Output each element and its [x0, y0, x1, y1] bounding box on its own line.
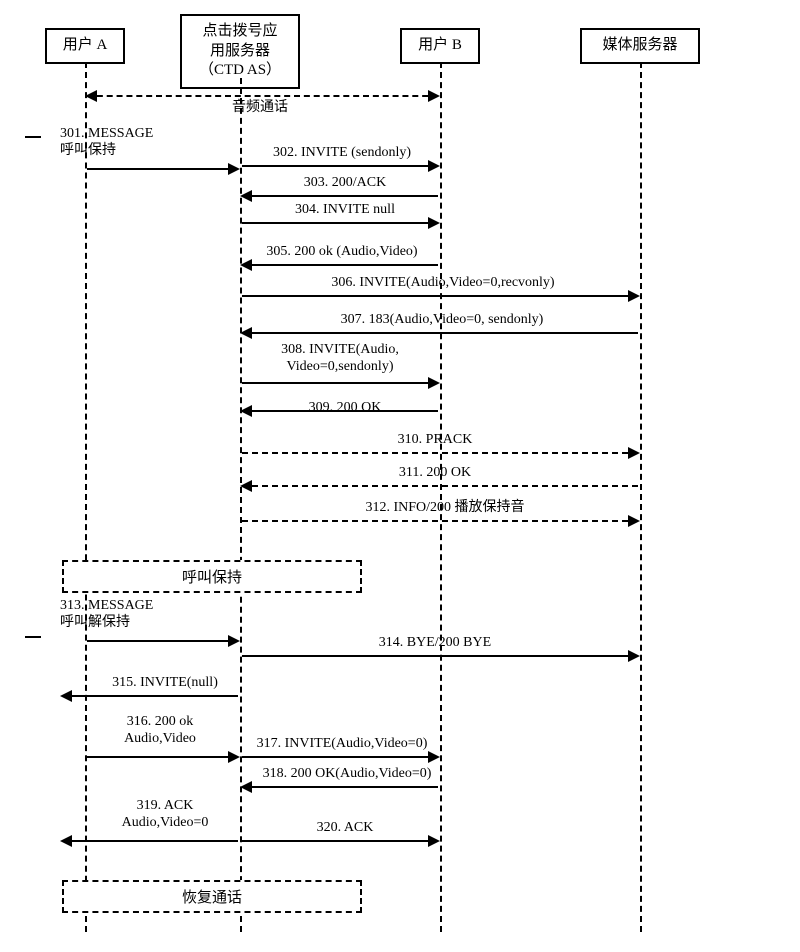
arrow-319 — [62, 840, 238, 842]
arrow-305 — [242, 264, 438, 266]
msg-312: 312. INFO/200 播放保持音 — [285, 500, 605, 517]
arrow-306 — [242, 295, 638, 297]
msg-313: 313. MESSAGE 呼叫解保持 — [60, 598, 220, 632]
ctd-line2: 用服务器 — [210, 43, 270, 59]
note-hold: 呼叫保持 — [62, 560, 362, 593]
lifeline-ctd — [240, 78, 242, 932]
lifeline-b — [440, 62, 442, 932]
msg-302: 302. INVITE (sendonly) — [242, 145, 442, 162]
actor-user-a: 用户 A — [45, 28, 125, 64]
msg-301: 301. MESSAGE 呼叫保持 — [60, 126, 220, 160]
msg-310: 310. PRACK — [300, 432, 570, 449]
span-audio-call — [87, 95, 438, 97]
msg-317: 317. INVITE(Audio,Video=0) — [242, 736, 442, 753]
arrow-301 — [87, 168, 238, 170]
tick — [25, 636, 41, 638]
msg-318: 318. 200 OK(Audio,Video=0) — [242, 766, 452, 783]
arrow-302 — [242, 165, 438, 167]
lifeline-a — [85, 62, 87, 932]
sequence-diagram: 用户 A 点击拨号应 用服务器 （CTD AS） 用户 B 媒体服务器 音频通话… — [0, 0, 800, 952]
msg-320: 320. ACK — [260, 820, 430, 837]
ctd-line3: （CTD AS） — [199, 62, 281, 78]
arrow-318 — [242, 786, 438, 788]
msg-303: 303. 200/ACK — [260, 175, 430, 192]
arrow-304 — [242, 222, 438, 224]
arrow-314 — [242, 655, 638, 657]
msg-311: 311. 200 OK — [300, 465, 570, 482]
arrow-310 — [242, 452, 638, 454]
msg-309: 309. 200 OK — [260, 400, 430, 417]
msg-315: 315. INVITE(null) — [90, 675, 240, 692]
arrow-320 — [242, 840, 438, 842]
arrow-317 — [242, 756, 438, 758]
msg-308: 308. INVITE(Audio, Video=0,sendonly) — [250, 342, 430, 376]
arrow-316 — [87, 756, 238, 758]
arrow-303 — [242, 195, 438, 197]
msg-305: 305. 200 ok (Audio,Video) — [242, 244, 442, 261]
arrow-309 — [242, 410, 438, 412]
arrow-307 — [242, 332, 638, 334]
arrow-313 — [87, 640, 238, 642]
label-audio-call: 音频通话 — [180, 100, 340, 117]
actor-media-server: 媒体服务器 — [580, 28, 700, 64]
msg-307: 307. 183(Audio,Video=0, sendonly) — [262, 312, 622, 329]
msg-314: 314. BYE/200 BYE — [300, 635, 570, 652]
arrow-315 — [62, 695, 238, 697]
arrow-312 — [242, 520, 638, 522]
tick — [25, 136, 41, 138]
ctd-line1: 点击拨号应 — [202, 23, 277, 39]
msg-306: 306. INVITE(Audio,Video=0,recvonly) — [258, 275, 628, 292]
lifeline-media — [640, 62, 642, 932]
note-resume: 恢复通话 — [62, 880, 362, 913]
actor-user-b: 用户 B — [400, 28, 480, 64]
msg-316: 316. 200 ok Audio,Video — [90, 714, 230, 748]
msg-319: 319. ACK Audio,Video=0 — [90, 798, 240, 832]
arrow-308 — [242, 382, 438, 384]
arrow-311 — [242, 485, 638, 487]
msg-304: 304. INVITE null — [260, 202, 430, 219]
